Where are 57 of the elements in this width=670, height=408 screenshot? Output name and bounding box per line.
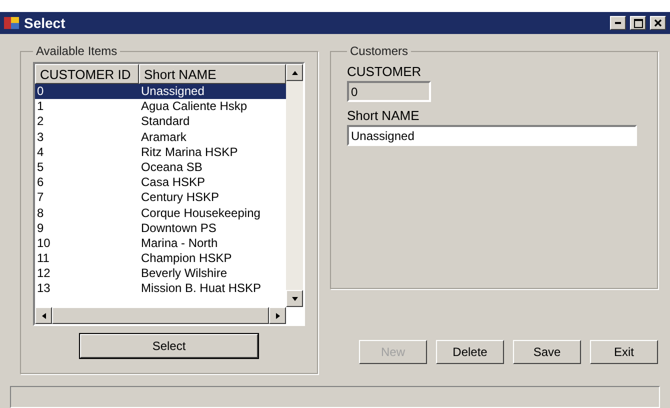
name-cell-text: Standard (140, 114, 191, 130)
scroll-left-button[interactable] (35, 307, 52, 324)
id-cell-text: 8 (36, 206, 45, 221)
id-cell-text: 13 (36, 281, 52, 297)
action-button[interactable]: Exit (590, 340, 658, 364)
name-cell-text: Century HSKP (140, 190, 220, 206)
id-cell-text: 6 (36, 175, 45, 190)
close-button[interactable] (650, 16, 666, 30)
maximize-button[interactable] (630, 16, 646, 30)
list-row[interactable]: 0 Unassigned (35, 84, 286, 100)
name-cell-text: Champion HSKP (140, 251, 233, 266)
name-cell-text: Ritz Marina HSKP (140, 144, 239, 160)
group-title: Customers (349, 44, 410, 58)
id-cell-text: 7 (36, 190, 45, 206)
window-title: Select (24, 15, 66, 31)
id-cell-text: 1 (36, 99, 45, 114)
down-arrow-icon (290, 294, 298, 302)
group-title: Available Items (35, 44, 118, 58)
id-cell-text: 12 (36, 266, 52, 282)
app-icon (4, 15, 20, 31)
id-cell-text: 5 (36, 160, 45, 176)
vertical-scrollbar[interactable] (286, 64, 303, 307)
name-cell-text: Downtown PS (140, 220, 218, 236)
scroll-up-button[interactable] (286, 64, 303, 81)
field-label: Short NAME (347, 108, 420, 123)
name-cell-text: Corque Housekeeping (140, 206, 262, 221)
name-cell-text: Beverly Wilshire (140, 266, 228, 282)
up-arrow-icon (290, 68, 298, 76)
field-label: CUSTOMER (347, 64, 422, 79)
column-header[interactable]: Short NAME (139, 64, 286, 84)
action-button[interactable]: Save (513, 340, 581, 364)
scroll-down-button[interactable] (286, 290, 303, 307)
name-cell-text: Unassigned (140, 84, 206, 100)
left-arrow-icon (40, 312, 48, 320)
id-cell-text: 11 (36, 251, 50, 266)
name-cell-text: Casa HSKP (140, 175, 206, 190)
name-cell-text: Marina - North (140, 236, 219, 252)
minimize-icon (615, 22, 621, 24)
name-cell-text: Agua Caliente Hskp (140, 99, 248, 114)
id-cell-text: 0 (36, 84, 45, 100)
id-cell-text: 4 (36, 144, 45, 160)
column-header[interactable]: CUSTOMER ID (35, 64, 139, 84)
id-cell-text: 9 (36, 220, 45, 236)
action-button[interactable]: Delete (436, 340, 504, 364)
close-icon (654, 19, 662, 27)
select-button[interactable]: Select (80, 334, 258, 358)
scroll-right-button[interactable] (269, 307, 286, 324)
input-field[interactable]: Unassigned (347, 125, 637, 146)
id-cell-text: 2 (36, 114, 45, 130)
name-cell-text: Oceana SB (140, 160, 204, 176)
right-arrow-icon (274, 312, 282, 320)
id-cell-text: 3 (36, 130, 45, 145)
maximize-icon (634, 18, 642, 28)
name-cell-text: Aramark (140, 130, 188, 145)
minimize-button[interactable] (610, 16, 626, 30)
id-cell-text: 10 (36, 236, 52, 252)
name-cell-text: Mission B. Huat HSKP (140, 281, 262, 297)
